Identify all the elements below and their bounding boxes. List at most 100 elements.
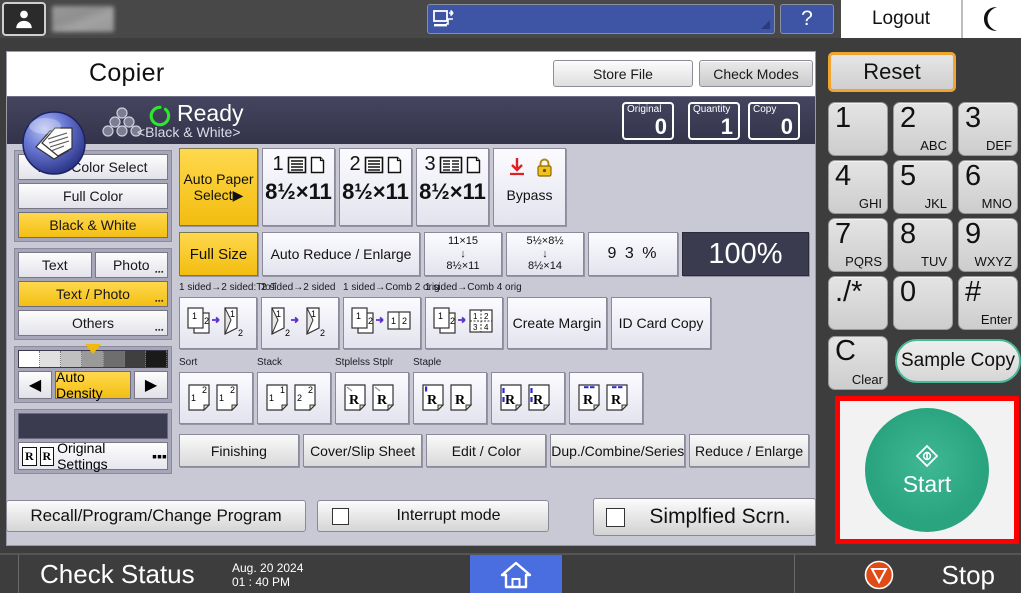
paper-tray-3-button[interactable]: 3 8½×11 — [416, 148, 489, 226]
counter-quantity[interactable]: Quantity 1 — [688, 102, 740, 140]
original-type-text[interactable]: Text — [18, 252, 92, 278]
svg-text:R: R — [505, 393, 516, 408]
logout-button[interactable]: Logout — [841, 0, 961, 38]
clear-button[interactable]: C Clear — [828, 336, 888, 390]
key-2[interactable]: 2ABC — [893, 102, 953, 156]
recall-program-button[interactable]: Recall/Program/Change Program — [6, 500, 306, 532]
start-button[interactable]: Start — [865, 408, 989, 532]
bypass-tray-button[interactable]: Bypass — [493, 148, 566, 226]
stack-button[interactable]: 1 1 2 2 — [257, 372, 331, 424]
job-status-bar[interactable] — [427, 4, 775, 34]
tab-dup-combine-series[interactable]: Dup./Combine/Series — [550, 434, 685, 467]
sample-copy-button[interactable]: Sample Copy — [895, 339, 1021, 383]
tab-cover-slip-sheet[interactable]: Cover/Slip Sheet — [303, 434, 423, 467]
id-card-copy-button[interactable]: ID Card Copy — [611, 297, 711, 349]
density-decrease-button[interactable]: ◀ — [18, 371, 52, 399]
reset-button[interactable]: Reset — [828, 52, 956, 92]
ratio-preset-11x15-button[interactable]: 11×15 ↓ 8½×11 — [424, 232, 502, 276]
simplified-screen-button[interactable]: Simplfied Scrn. — [593, 498, 816, 536]
original-type-others[interactable]: Others ▪▪▪ — [18, 310, 168, 336]
key-dot-star[interactable]: ./* — [828, 276, 888, 330]
combine-2-originals-button[interactable]: 1 2 1 2 — [343, 297, 421, 349]
density-scale — [18, 350, 168, 368]
paper-tray-2-button[interactable]: 2 8½×11 — [339, 148, 412, 226]
key-6[interactable]: 6MNO — [958, 160, 1018, 214]
staple-left-two-button[interactable]: R R — [491, 372, 565, 424]
check-status-button[interactable]: Check Status — [40, 559, 195, 590]
key-7[interactable]: 7PQRS — [828, 218, 888, 272]
svg-text:1: 1 — [276, 309, 281, 319]
svg-text:2: 2 — [484, 312, 489, 321]
original-type-text-photo[interactable]: Text / Photo ▪▪▪ — [18, 281, 168, 307]
key-1[interactable]: 1 — [828, 102, 888, 156]
key-9[interactable]: 9WXYZ — [958, 218, 1018, 272]
key-2-letters: ABC — [920, 138, 947, 153]
paper-tray-1-button[interactable]: 1 8½×11 — [262, 148, 335, 226]
svg-text:2: 2 — [297, 393, 302, 403]
help-button[interactable]: ? — [780, 4, 834, 34]
auto-density-button[interactable]: Auto Density — [55, 371, 131, 399]
interrupt-mode-button[interactable]: Interrupt mode — [317, 500, 549, 532]
auto-paper-select-line2-text: Select — [194, 187, 233, 203]
create-margin-button[interactable]: Create Margin — [507, 297, 607, 349]
staple-top-left-button[interactable]: R R — [413, 372, 487, 424]
combine-4-originals-button[interactable]: 1 2 1 2 3 4 — [425, 297, 503, 349]
key-8[interactable]: 8TUV — [893, 218, 953, 272]
stapleless-staple-button[interactable]: R R — [335, 372, 409, 424]
tab-reduce-enlarge[interactable]: Reduce / Enlarge — [689, 434, 809, 467]
key-5[interactable]: 5JKL — [893, 160, 953, 214]
time-text: 01 : 40 PM — [232, 575, 303, 589]
orientation-r-alt-icon: R — [40, 447, 55, 466]
auto-reduce-enlarge-button[interactable]: Auto Reduce / Enlarge — [262, 232, 420, 276]
bottom-divider-right — [794, 555, 795, 593]
ratio-preset2-from: 5½×8½ — [526, 235, 563, 248]
left-settings-column: Auto Color Select Full Color Black & Whi… — [14, 150, 172, 474]
tab-edit-color[interactable]: Edit / Color — [426, 434, 546, 467]
interrupt-mode-checkbox[interactable] — [332, 508, 349, 525]
svg-text:R: R — [611, 393, 622, 408]
check-modes-button[interactable]: Check Modes — [699, 60, 813, 87]
panel-body: Auto Color Select Full Color Black & Whi… — [7, 144, 815, 545]
function-tabs-row: Finishing Cover/Slip Sheet Edit / Color … — [179, 434, 809, 467]
key-5-digit: 5 — [900, 160, 916, 193]
density-controls: ◀ Auto Density ▶ — [18, 371, 168, 399]
tab-finishing[interactable]: Finishing — [179, 434, 299, 467]
auto-paper-select-button[interactable]: Auto Paper Select▶ — [179, 148, 258, 226]
svg-text:1: 1 — [191, 393, 196, 403]
ratio-93-button[interactable]: 9 3 % — [588, 232, 678, 276]
original-type-photo[interactable]: Photo ▪▪▪ — [95, 252, 169, 278]
avatar[interactable] — [2, 2, 46, 36]
store-file-button[interactable]: Store File — [553, 60, 693, 87]
start-label: Start — [903, 471, 952, 498]
svg-text:2: 2 — [308, 385, 313, 395]
color-mode-black-and-white[interactable]: Black & White — [18, 212, 168, 238]
sleep-mode-button[interactable] — [961, 0, 1021, 38]
density-marker-icon[interactable] — [85, 344, 101, 354]
density-increase-button[interactable]: ▶ — [134, 371, 168, 399]
duplex-1to2-sided-button[interactable]: 1 2 1 2 — [179, 297, 257, 349]
staple-top-two-icon: R R — [575, 379, 637, 417]
key-0-digit: 0 — [900, 276, 916, 309]
stop-group[interactable]: Stop — [864, 555, 996, 593]
datetime-display: Aug. 20 2024 01 : 40 PM — [232, 561, 303, 589]
original-settings-button[interactable]: R R Original Settings ▪▪▪ — [18, 442, 168, 470]
color-mode-full-color[interactable]: Full Color — [18, 183, 168, 209]
original-type-photo-label: Photo — [113, 257, 150, 273]
key-0[interactable]: 0 — [893, 276, 953, 330]
key-hash-enter[interactable]: #Enter — [958, 276, 1018, 330]
sort-button[interactable]: 1 2 1 2 — [179, 372, 253, 424]
paper-tray-3-number: 3 — [424, 153, 435, 176]
ratio-preset-5half-button[interactable]: 5½×8½ ↓ 8½×14 — [506, 232, 584, 276]
simplified-screen-checkbox[interactable] — [606, 508, 625, 527]
duplex-2to2-sided-button[interactable]: 1 2 1 2 — [261, 297, 339, 349]
date-text: Aug. 20 2024 — [232, 561, 303, 575]
duplex-label-1: 2 sided→2 sided — [261, 282, 343, 296]
original-settings-label: Original Settings — [57, 440, 149, 472]
full-size-button[interactable]: Full Size — [179, 232, 258, 276]
key-4[interactable]: 4GHI — [828, 160, 888, 214]
key-1-digit: 1 — [835, 102, 851, 135]
key-3[interactable]: 3DEF — [958, 102, 1018, 156]
staple-top-two-button[interactable]: R R — [569, 372, 643, 424]
paper-stack-icon — [287, 156, 307, 174]
home-button[interactable] — [470, 555, 562, 593]
